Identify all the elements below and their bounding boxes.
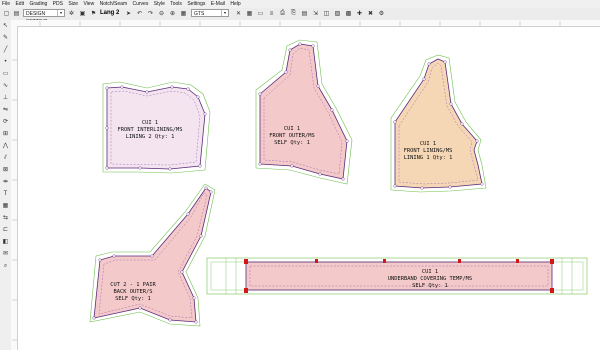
pattern-canvas[interactable]: CUI 1 FRONT INTERLINING/MS LINING 2 Qty:… xyxy=(0,0,600,350)
pattern-piece-underband[interactable]: CUI 1 UNDERBAND COVERING TEMP/MS SELF Qt… xyxy=(206,257,588,295)
piece-label-line1: CUI 1 xyxy=(420,141,436,147)
piece-label-line1: CUI 1 xyxy=(284,126,300,132)
piece-label-line1: CUI 1 xyxy=(422,269,438,275)
piece-label-line3: SELF Qty: 1 xyxy=(115,296,151,302)
piece-label-line3: LINING 1 Qty: 1 xyxy=(404,155,453,161)
piece-label-line2: FRONT OUTER/MS xyxy=(269,133,314,139)
piece-label-line2: FRONT INTERLINING/MS xyxy=(118,127,183,133)
piece-label-line3: SELF Qty: 1 xyxy=(412,283,448,289)
piece-label-line2: BACK OUTER/S xyxy=(114,289,153,295)
piece-label-line3: LINING 2 Qty: 1 xyxy=(126,134,175,140)
piece-label-line1: CUT 2 - 1 PAIR xyxy=(110,282,156,288)
pattern-piece-front-lining[interactable]: CUI 1 FRONT LINING/MS LINING 1 Qty: 1 xyxy=(390,54,487,193)
piece-label-line1: CUI 1 xyxy=(142,120,158,126)
pattern-piece-back-outer[interactable]: CUT 2 - 1 PAIR BACK OUTER/S SELF Qty: 1 xyxy=(89,183,216,327)
piece-label-line2: UNDERBAND COVERING TEMP/MS xyxy=(388,276,472,282)
piece-label-line3: SELF Qty: 1 xyxy=(274,140,310,146)
piece-label-line2: FRONT LINING/MS xyxy=(404,148,453,154)
pattern-piece-front-outer[interactable]: CUI 1 FRONT OUTER/MS SELF Qty: 1 xyxy=(255,39,353,185)
pattern-piece-front-interlining[interactable]: CUI 1 FRONT INTERLINING/MS LINING 2 Qty:… xyxy=(102,81,211,174)
